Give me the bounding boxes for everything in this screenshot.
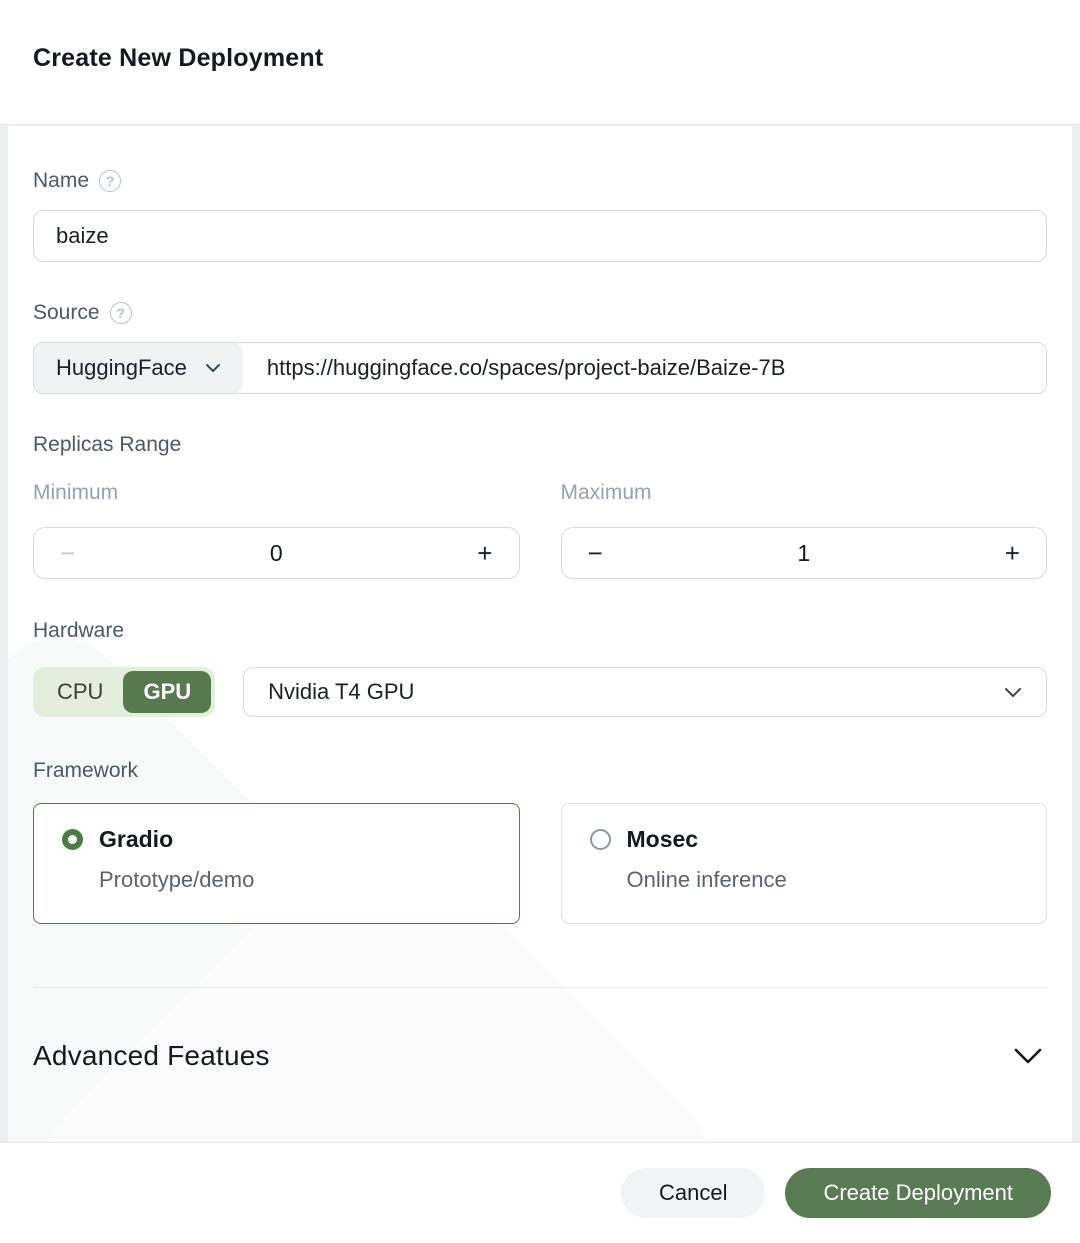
gpu-model-select[interactable]: Nvidia T4 GPU — [243, 667, 1047, 717]
source-provider-dropdown[interactable]: HuggingFace — [34, 343, 243, 393]
chevron-down-icon — [1005, 687, 1021, 697]
cancel-button[interactable]: Cancel — [620, 1168, 766, 1218]
source-combo: HuggingFace — [33, 342, 1047, 394]
create-deployment-modal: { "header": { "title": "Create New Deplo… — [0, 0, 1080, 1243]
advanced-features-label: Advanced Featues — [33, 1040, 270, 1071]
minimum-increment-button[interactable]: + — [471, 540, 498, 566]
source-label: Source — [33, 301, 100, 324]
maximum-stepper: − 1 + — [560, 527, 1047, 579]
radio-selected-icon[interactable] — [62, 829, 83, 850]
framework-description: Online inference — [626, 867, 787, 892]
source-section: Source ? HuggingFace — [33, 262, 1047, 394]
name-label: Name — [33, 169, 90, 192]
modal-body: Name ? Source ? HuggingFace — [8, 126, 1072, 1142]
framework-description: Prototype/demo — [99, 867, 255, 892]
maximum-label: Maximum — [560, 481, 652, 504]
framework-name: Gradio — [99, 826, 174, 852]
name-input[interactable] — [33, 210, 1047, 262]
name-section: Name ? — [33, 126, 1047, 262]
minimum-label: Minimum — [33, 481, 119, 504]
gpu-model-value: Nvidia T4 GPU — [268, 679, 415, 704]
minimum-value: 0 — [269, 539, 283, 566]
hardware-label: Hardware — [33, 619, 125, 642]
source-url-input[interactable] — [242, 343, 1046, 393]
framework-name: Mosec — [626, 826, 699, 852]
framework-card-gradio[interactable]: Gradio Prototype/demo — [33, 803, 520, 924]
maximum-decrement-button[interactable]: − — [582, 540, 609, 566]
framework-card-mosec[interactable]: Mosec Online inference — [560, 803, 1047, 924]
minimum-stepper: − 0 + — [33, 527, 520, 579]
advanced-features-toggle[interactable]: Advanced Featues — [33, 988, 1047, 1072]
modal-header: Create New Deployment — [0, 0, 1080, 125]
page-title: Create New Deployment — [33, 44, 324, 72]
framework-section: Framework Gradio Prototype/demo Mosec On… — [33, 717, 1047, 924]
help-icon[interactable]: ? — [99, 170, 122, 192]
maximum-value: 1 — [797, 539, 811, 566]
hardware-option-cpu[interactable]: CPU — [37, 671, 123, 713]
chevron-down-icon — [1014, 1048, 1042, 1064]
hardware-toggle: CPU GPU — [33, 667, 216, 717]
hardware-section: Hardware CPU GPU Nvidia T4 GPU — [33, 579, 1047, 717]
replicas-minimum-group: Minimum − 0 + — [33, 481, 520, 579]
maximum-increment-button[interactable]: + — [999, 540, 1026, 566]
radio-unselected-icon[interactable] — [589, 829, 611, 850]
create-deployment-button[interactable]: Create Deployment — [785, 1168, 1051, 1218]
chevron-down-icon — [205, 364, 220, 372]
framework-label: Framework — [33, 759, 139, 782]
hardware-option-gpu[interactable]: GPU — [123, 671, 212, 713]
replicas-section: Replicas Range Minimum − 0 + Maximum − 1 — [33, 394, 1047, 579]
minimum-decrement-button[interactable]: − — [54, 540, 81, 566]
source-provider-value: HuggingFace — [56, 355, 187, 380]
help-icon[interactable]: ? — [109, 302, 132, 324]
replicas-range-label: Replicas Range — [33, 433, 182, 456]
replicas-maximum-group: Maximum − 1 + — [560, 481, 1047, 579]
modal-footer: Cancel Create Deployment — [0, 1142, 1080, 1243]
